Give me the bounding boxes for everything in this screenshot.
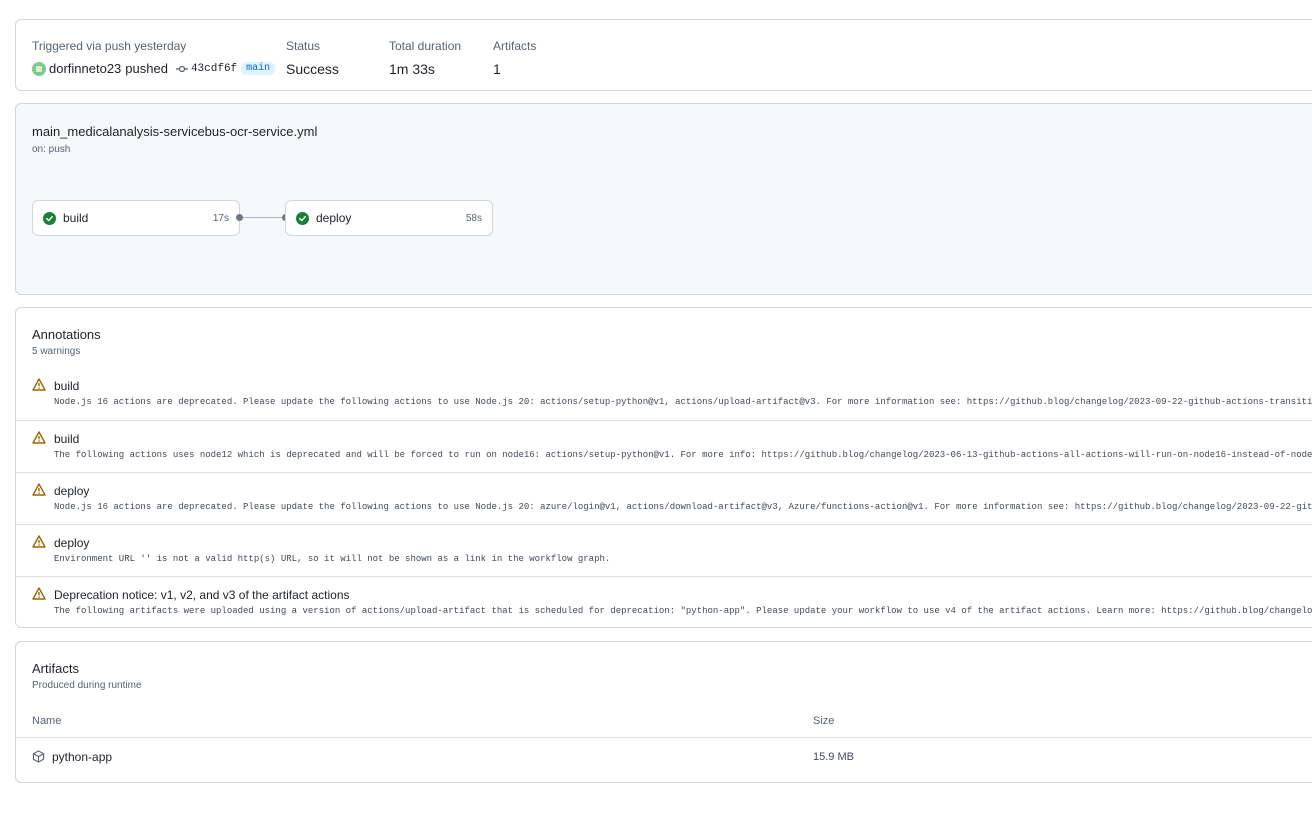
artifacts-count-value[interactable]: 1 xyxy=(493,61,536,77)
actor-link[interactable]: dorfinneto23 xyxy=(49,61,121,76)
artifact-download-link[interactable]: python-app xyxy=(52,750,112,764)
trigger-label: Triggered via push yesterday xyxy=(32,39,187,53)
annotations-count: 5 warnings xyxy=(32,346,81,357)
job-name: deploy xyxy=(316,211,352,225)
warning-icon xyxy=(32,431,46,444)
annotation-message: The following actions uses node12 which … xyxy=(54,450,1312,460)
artifacts-subtitle: Produced during runtime xyxy=(32,680,142,691)
job-name: build xyxy=(63,211,89,225)
job-deploy[interactable]: deploy 58s xyxy=(285,200,493,236)
annotations-title: Annotations xyxy=(32,327,101,342)
success-check-icon xyxy=(43,211,56,225)
job-duration: 58s xyxy=(465,212,482,224)
warning-icon xyxy=(32,378,46,391)
package-icon xyxy=(32,750,45,763)
warning-icon xyxy=(32,587,46,600)
job-duration: 17s xyxy=(212,212,229,224)
warning-icon xyxy=(32,535,46,548)
avatar[interactable] xyxy=(32,61,46,76)
action-text: pushed xyxy=(125,61,168,76)
connector-dot-start xyxy=(236,214,243,221)
duration-column: Total duration 1m 33s xyxy=(389,39,461,77)
git-commit-icon xyxy=(175,65,188,72)
workflow-graph-card: main_medicalanalysis-servicebus-ocr-serv… xyxy=(15,103,1312,295)
annotation-title[interactable]: deploy xyxy=(54,536,89,550)
commit-sha-link[interactable]: 43cdf6f xyxy=(191,63,237,75)
artifacts-count-label: Artifacts xyxy=(493,39,537,53)
annotation-item[interactable]: deploy Node.js 16 actions are deprecated… xyxy=(16,472,1312,524)
job-connector xyxy=(240,217,286,218)
duration-value: 1m 33s xyxy=(389,61,435,77)
workflow-trigger: on: push xyxy=(32,144,71,155)
branch-badge[interactable]: main xyxy=(241,62,276,75)
annotation-item[interactable]: deploy Environment URL '' is not a valid… xyxy=(16,524,1312,576)
artifacts-title: Artifacts xyxy=(32,661,79,676)
duration-label: Total duration xyxy=(389,39,462,53)
annotation-item[interactable]: Deprecation notice: v1, v2, and v3 of th… xyxy=(16,576,1312,628)
success-check-icon xyxy=(296,211,309,225)
artifacts-table-header: Name Size xyxy=(16,708,1312,738)
job-build[interactable]: build 17s xyxy=(32,200,240,236)
table-row: python-app 15.9 MB xyxy=(16,746,1312,776)
annotation-message: Node.js 16 actions are deprecated. Pleas… xyxy=(54,502,1312,512)
artifacts-column: Artifacts 1 xyxy=(493,39,536,77)
annotation-title[interactable]: build xyxy=(54,379,79,393)
annotation-message: Node.js 16 actions are deprecated. Pleas… xyxy=(54,397,1312,407)
status-label: Status xyxy=(286,39,321,53)
annotation-message: Environment URL '' is not a valid http(s… xyxy=(54,554,611,564)
artifact-size: 15.9 MB xyxy=(813,751,854,763)
annotation-item[interactable]: build The following actions uses node12 … xyxy=(16,420,1312,472)
artifacts-card: Artifacts Produced during runtime Name S… xyxy=(15,641,1312,783)
annotations-card: Annotations 5 warnings build Node.js 16 … xyxy=(15,307,1312,628)
annotation-title[interactable]: deploy xyxy=(54,484,89,498)
column-header-name: Name xyxy=(32,715,62,727)
status-value: Success xyxy=(286,61,339,77)
column-header-size: Size xyxy=(813,715,835,727)
workflow-file-name: main_medicalanalysis-servicebus-ocr-serv… xyxy=(32,124,318,139)
annotation-message: The following artifacts were uploaded us… xyxy=(54,606,1312,616)
run-summary-card: Triggered via push yesterday dorfinneto2… xyxy=(15,19,1312,91)
status-column: Status Success xyxy=(286,39,339,77)
trigger-column: Triggered via push yesterday dorfinneto2… xyxy=(32,39,276,76)
annotation-title: Deprecation notice: v1, v2, and v3 of th… xyxy=(54,588,350,602)
annotation-title[interactable]: build xyxy=(54,432,79,446)
annotation-item[interactable]: build Node.js 16 actions are deprecated.… xyxy=(16,368,1312,420)
warning-icon xyxy=(32,483,46,496)
